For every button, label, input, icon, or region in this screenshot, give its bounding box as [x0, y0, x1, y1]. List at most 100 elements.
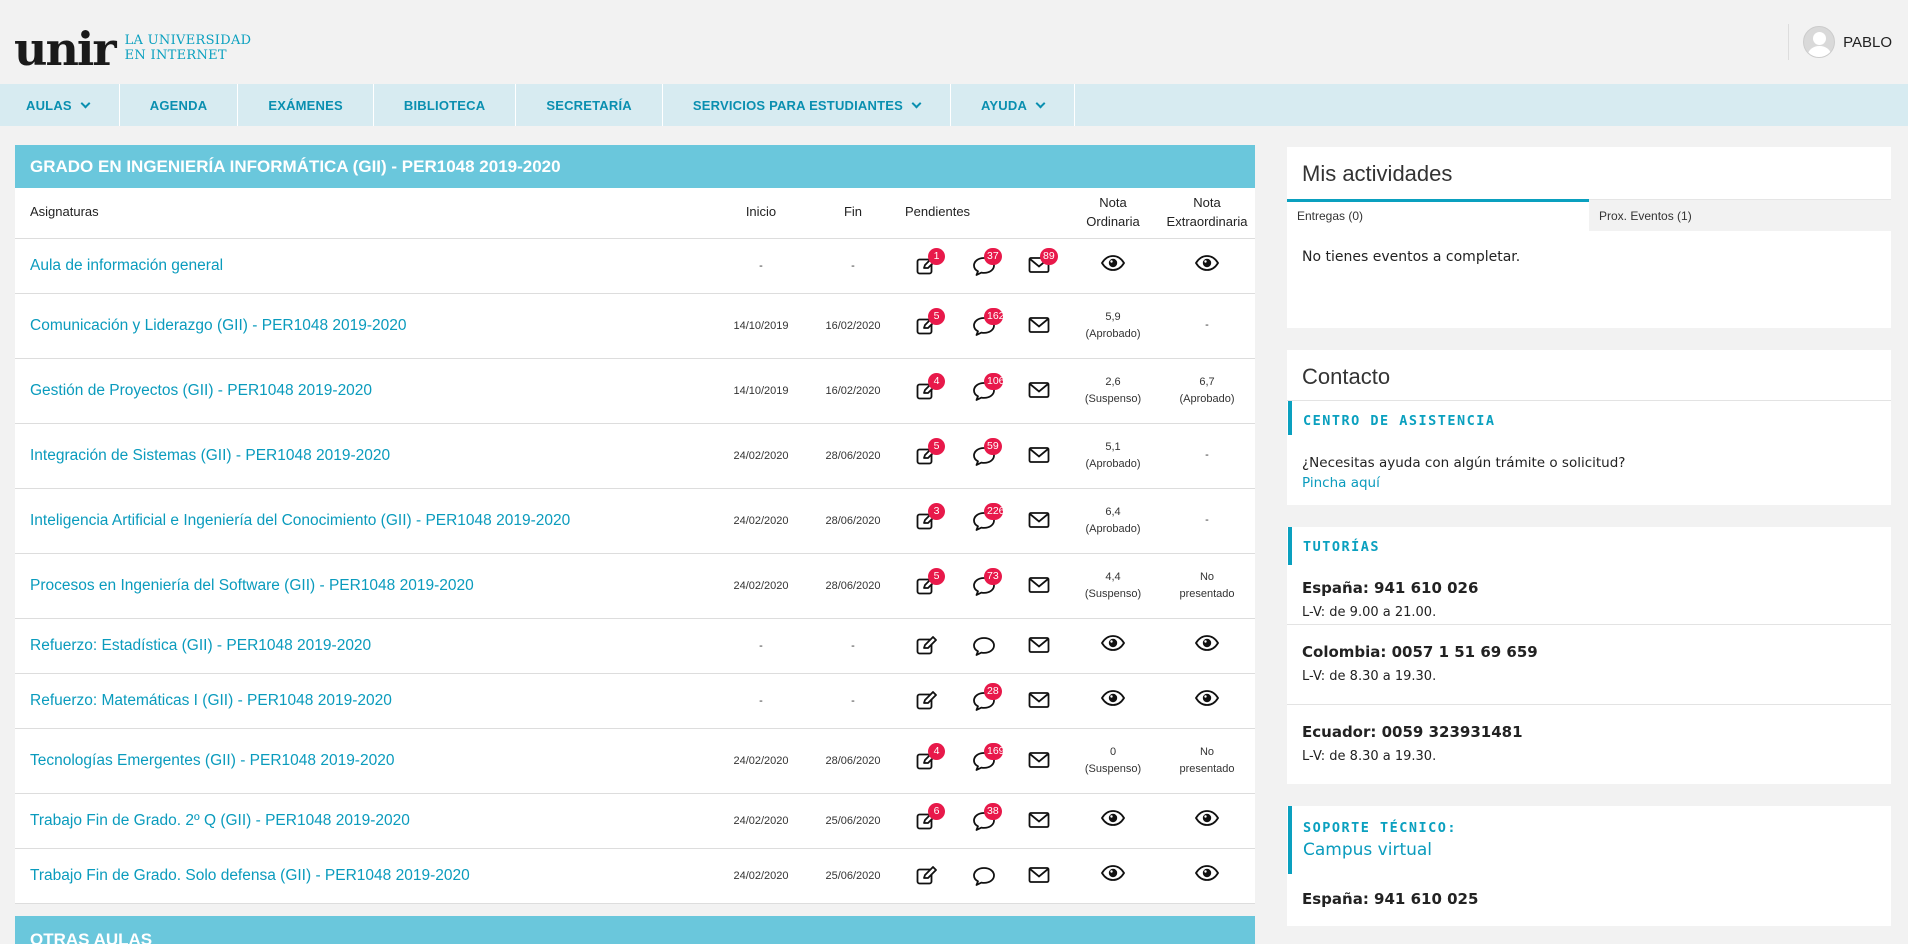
subject-link[interactable]: Inteligencia Artificial e Ingeniería del… — [15, 488, 715, 554]
mail-cell — [1011, 728, 1067, 794]
mail-icon[interactable] — [1026, 810, 1052, 832]
mail-cell — [1011, 358, 1067, 424]
tutoria-phone[interactable]: Colombia: 0057 1 51 69 659 — [1302, 643, 1876, 661]
mail-icon[interactable] — [1026, 865, 1052, 887]
forum-messages-count-badge: 73 — [984, 567, 1002, 585]
tab-upcoming-events[interactable]: Prox. Eventos (1) — [1589, 199, 1891, 231]
tutoria-phone[interactable]: Ecuador: 0059 323931481 — [1302, 723, 1876, 741]
subject-link[interactable]: Trabajo Fin de Grado. 2º Q (GII) - PER10… — [15, 793, 715, 849]
start-date: - — [715, 618, 807, 674]
pending-tasks-icon[interactable]: 5 — [914, 567, 945, 597]
view-grade-eye-icon[interactable] — [1194, 254, 1220, 277]
view-grade-eye-icon[interactable] — [1194, 634, 1220, 657]
forum-messages-icon[interactable]: 226 — [970, 502, 1003, 532]
avatar[interactable] — [1803, 26, 1836, 58]
extraordinary-grade-value: 6,7 — [1199, 376, 1215, 388]
pending-tasks-icon[interactable] — [914, 635, 940, 657]
subject-link[interactable]: Refuerzo: Estadística (GII) - PER1048 20… — [15, 618, 715, 674]
end-date: - — [807, 618, 899, 674]
nav-item-ayuda[interactable]: AYUDA — [951, 84, 1076, 126]
pending-tasks-count-badge: 4 — [928, 372, 945, 390]
mail-cell — [1011, 293, 1067, 359]
mail-icon[interactable] — [1026, 575, 1052, 597]
subject-link[interactable]: Refuerzo: Matemáticas I (GII) - PER1048 … — [15, 673, 715, 729]
forum-messages-icon[interactable]: 38 — [970, 802, 1002, 832]
user-name[interactable]: PABLO — [1843, 34, 1892, 51]
nav-item-aulas[interactable]: AULAS — [0, 84, 120, 126]
pending-tasks-icon[interactable]: 4 — [914, 372, 945, 402]
end-date: - — [807, 673, 899, 729]
mail-icon[interactable] — [1026, 510, 1052, 532]
subject-link[interactable]: Comunicación y Liderazgo (GII) - PER1048… — [15, 293, 715, 359]
subject-link[interactable]: Integración de Sistemas (GII) - PER1048 … — [15, 423, 715, 489]
mail-icon[interactable] — [1026, 315, 1052, 337]
ordinary-grade-value: 4,4 — [1105, 571, 1121, 583]
view-grade-eye-icon[interactable] — [1194, 809, 1220, 832]
tab-deliveries[interactable]: Entregas (0) — [1287, 199, 1589, 231]
forum-messages-icon[interactable] — [970, 865, 996, 887]
nav-item-examenes[interactable]: EXÁMENES — [238, 84, 374, 126]
view-grade-eye-icon[interactable] — [1100, 689, 1126, 712]
support-phone[interactable]: España: 941 610 025 — [1302, 890, 1876, 908]
unir-logo[interactable]: unir LA UNIVERSIDAD EN INTERNET — [14, 26, 251, 72]
pending-tasks-count-badge: 3 — [928, 502, 945, 520]
pending-tasks-icon[interactable]: 1 — [914, 247, 945, 277]
view-grade-eye-icon[interactable] — [1100, 864, 1126, 887]
subject-link[interactable]: Trabajo Fin de Grado. Solo defensa (GII)… — [15, 848, 715, 904]
forum-messages-icon[interactable]: 169 — [970, 742, 1003, 772]
pending-tasks-icon[interactable] — [914, 690, 940, 712]
assistance-link[interactable]: Pincha aquí — [1302, 475, 1876, 491]
forum-messages-icon[interactable]: 106 — [970, 372, 1003, 402]
support-subtitle: Campus virtual — [1303, 840, 1433, 860]
activities-empty-message: No tienes eventos a completar. — [1302, 249, 1521, 265]
tutorias-card: TUTORÍAS España: 941 610 026 L-V: de 9.0… — [1287, 527, 1891, 784]
view-grade-eye-icon[interactable] — [1194, 689, 1220, 712]
mail-icon[interactable] — [1026, 750, 1052, 772]
mail-cell: 89 — [1011, 238, 1067, 294]
nav-item-secretaria[interactable]: SECRETARÍA — [516, 84, 663, 126]
mail-icon[interactable]: 89 — [1026, 247, 1058, 277]
pending-tasks-icon[interactable]: 5 — [914, 307, 945, 337]
view-grade-eye-icon[interactable] — [1100, 634, 1126, 657]
tutoria-phone[interactable]: España: 941 610 026 — [1302, 579, 1876, 597]
nav-item-servicios[interactable]: SERVICIOS PARA ESTUDIANTES — [663, 84, 951, 126]
forum-messages-icon[interactable]: 37 — [970, 247, 1002, 277]
extraordinary-grade-value: - — [1205, 514, 1209, 527]
view-grade-eye-icon[interactable] — [1100, 254, 1126, 277]
nav-label: SERVICIOS PARA ESTUDIANTES — [692, 97, 903, 113]
end-date: 16/02/2020 — [807, 293, 899, 359]
chevron-down-icon — [911, 98, 922, 108]
subject-link[interactable]: Aula de información general — [15, 238, 715, 294]
subject-link[interactable]: Tecnologías Emergentes (GII) - PER1048 2… — [15, 728, 715, 794]
pending-tasks-icon[interactable]: 4 — [914, 742, 945, 772]
forum-messages-icon[interactable]: 59 — [970, 437, 1002, 467]
pending-tasks-icon[interactable] — [914, 865, 940, 887]
table-row: Procesos en Ingeniería del Software (GII… — [15, 553, 1255, 619]
mail-icon[interactable] — [1026, 445, 1052, 467]
nav-label: AYUDA — [981, 97, 1028, 113]
pending-tasks-icon[interactable]: 6 — [914, 802, 945, 832]
user-menu[interactable]: PABLO — [1788, 24, 1892, 60]
mail-icon[interactable] — [1026, 380, 1052, 402]
forum-messages-icon[interactable]: 28 — [970, 682, 1002, 712]
nav-item-biblioteca[interactable]: BIBLIOTECA — [374, 84, 517, 126]
view-grade-eye-icon[interactable] — [1100, 809, 1126, 832]
activities-card: Mis actividades Entregas (0) Prox. Event… — [1287, 147, 1891, 328]
mail-icon[interactable] — [1026, 690, 1052, 712]
subject-link[interactable]: Procesos en Ingeniería del Software (GII… — [15, 553, 715, 619]
view-grade-eye-icon[interactable] — [1194, 864, 1220, 887]
forum-messages-cell: 73 — [955, 553, 1011, 619]
table-row: Trabajo Fin de Grado. 2º Q (GII) - PER10… — [15, 793, 1255, 849]
mail-icon[interactable] — [1026, 635, 1052, 657]
nav-item-agenda[interactable]: AGENDA — [120, 84, 239, 126]
logo-subtitle-line1: LA UNIVERSIDAD — [124, 33, 252, 49]
forum-messages-icon[interactable]: 162 — [970, 307, 1003, 337]
pending-tasks-icon[interactable]: 5 — [914, 437, 945, 467]
ordinary-grade-cell: 5,9 (Aprobado) — [1067, 293, 1159, 359]
forum-messages-icon[interactable]: 73 — [970, 567, 1002, 597]
start-date: 24/02/2020 — [715, 728, 807, 794]
extraordinary-grade-cell: - — [1159, 293, 1255, 359]
forum-messages-icon[interactable] — [970, 635, 996, 657]
pending-tasks-icon[interactable]: 3 — [914, 502, 945, 532]
subject-link[interactable]: Gestión de Proyectos (GII) - PER1048 201… — [15, 358, 715, 424]
